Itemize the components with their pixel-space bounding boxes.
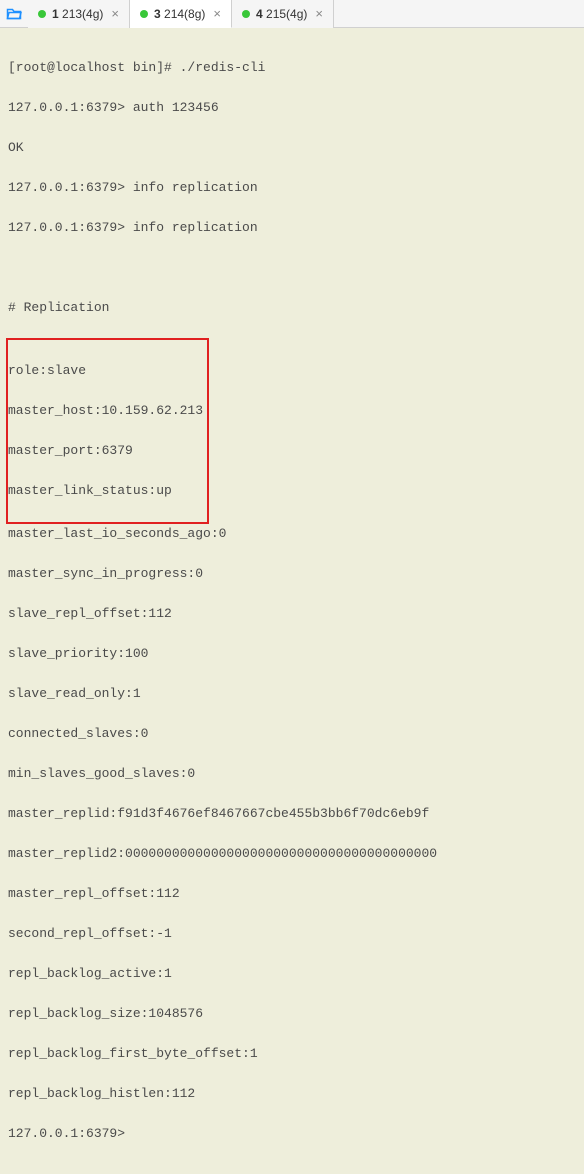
terminal-line: 127.0.0.1:6379> info replication (8, 178, 576, 198)
terminal-line: second_repl_offset:-1 (8, 924, 576, 944)
tab-label: 3 214(8g) (154, 7, 205, 21)
close-icon[interactable]: × (109, 7, 121, 20)
status-dot-icon (38, 10, 46, 18)
terminal-line: master_repl_offset:112 (8, 884, 576, 904)
terminal-line: slave_priority:100 (8, 644, 576, 664)
terminal-line: slave_read_only:1 (8, 684, 576, 704)
terminal-line: [root@localhost bin]# ./redis-cli (8, 58, 576, 78)
terminal-line: slave_repl_offset:112 (8, 604, 576, 624)
close-icon[interactable]: × (313, 7, 325, 20)
highlighted-replication-info: role:slave master_host:10.159.62.213 mas… (6, 338, 209, 524)
terminal-line: repl_backlog_histlen:112 (8, 1084, 576, 1104)
terminal-line: connected_slaves:0 (8, 724, 576, 744)
terminal-line: role:slave (8, 361, 203, 381)
tab-1-213[interactable]: 1 213(4g) × (28, 0, 130, 28)
terminal-line: master_link_status:up (8, 481, 203, 501)
terminal-output[interactable]: [root@localhost bin]# ./redis-cli 127.0.… (0, 28, 584, 1174)
tab-label: 1 213(4g) (52, 7, 103, 21)
terminal-line: repl_backlog_size:1048576 (8, 1004, 576, 1024)
terminal-line: master_replid2:0000000000000000000000000… (8, 844, 576, 864)
terminal-line: 127.0.0.1:6379> info replication (8, 218, 576, 238)
terminal-line: repl_backlog_first_byte_offset:1 (8, 1044, 576, 1064)
tab-bar: 1 213(4g) × 3 214(8g) × 4 215(4g) × (0, 0, 584, 28)
tab-3-214[interactable]: 3 214(8g) × (130, 0, 232, 28)
terminal-section-header: # Replication (8, 298, 576, 318)
terminal-line: master_host:10.159.62.213 (8, 401, 203, 421)
status-dot-icon (242, 10, 250, 18)
terminal-line: repl_backlog_active:1 (8, 964, 576, 984)
tab-4-215[interactable]: 4 215(4g) × (232, 0, 334, 28)
terminal-line: OK (8, 138, 576, 158)
terminal-line: master_last_io_seconds_ago:0 (8, 524, 576, 544)
close-icon[interactable]: × (211, 7, 223, 20)
terminal-line: master_sync_in_progress:0 (8, 564, 576, 584)
terminal-line: master_replid:f91d3f4676ef8467667cbe455b… (8, 804, 576, 824)
terminal-line: master_port:6379 (8, 441, 203, 461)
terminal-line: min_slaves_good_slaves:0 (8, 764, 576, 784)
status-dot-icon (140, 10, 148, 18)
folder-icon[interactable] (0, 0, 28, 28)
terminal-line: 127.0.0.1:6379> auth 123456 (8, 98, 576, 118)
terminal-prompt[interactable]: 127.0.0.1:6379> (8, 1124, 576, 1144)
tab-label: 4 215(4g) (256, 7, 307, 21)
